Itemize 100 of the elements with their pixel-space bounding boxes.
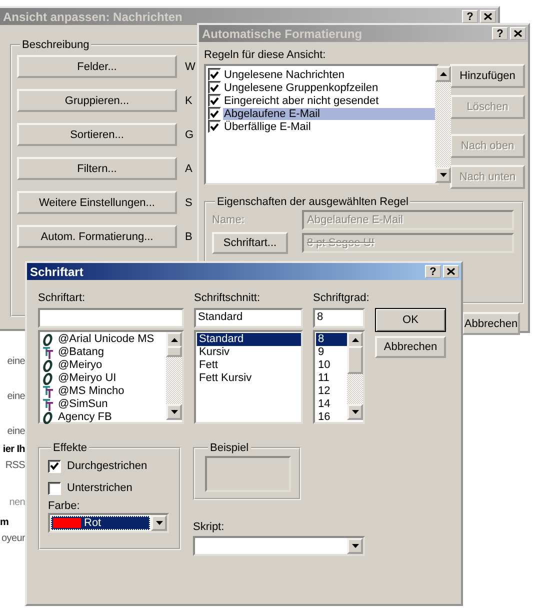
checkbox[interactable] [208, 94, 221, 107]
color-label: Farbe: [48, 500, 81, 512]
font-type-icon [43, 386, 53, 398]
rule-item[interactable]: Ungelesene Gruppenkopfzeilen [223, 82, 435, 94]
checkbox[interactable] [208, 107, 221, 120]
help-button[interactable]: ? [425, 265, 441, 278]
close-button[interactable] [480, 10, 496, 23]
checkbox[interactable] [48, 482, 61, 494]
down-arrow-icon [440, 173, 446, 177]
font-type-icon [43, 398, 53, 410]
font-type-icon [43, 372, 53, 384]
down-arrow-icon [170, 410, 178, 414]
close-icon [484, 13, 492, 20]
group-label: Beschreibung [21, 39, 90, 51]
description-text: B [185, 230, 192, 242]
scrollbar[interactable] [166, 332, 182, 420]
style-item[interactable]: Standard [197, 333, 301, 346]
size-item[interactable]: 9 [316, 346, 347, 359]
up-arrow-icon [352, 338, 358, 342]
style-item[interactable]: Fett [197, 359, 301, 372]
group-label: Eigenschaften der ausgewählten Regel [216, 196, 410, 208]
color-dropdown[interactable]: Rot [48, 513, 169, 533]
checkbox[interactable] [208, 68, 221, 81]
window-title: Automatische Formatierung [202, 26, 362, 40]
background-text: m [0, 516, 9, 529]
rules-label: Regeln für diese Ansicht: [204, 49, 327, 61]
close-icon [447, 268, 455, 275]
background-text: oyeur [1, 532, 25, 545]
size-field[interactable]: 8 [313, 308, 365, 328]
font-type-icon [43, 346, 53, 358]
font-item[interactable]: Agency FB [56, 411, 114, 424]
scrollbar-thumb[interactable] [166, 346, 182, 357]
option-label: Durchgestrichen [67, 460, 148, 472]
scrollbar-thumb[interactable] [347, 346, 363, 374]
dialog-button[interactable]: Gruppieren... [17, 89, 177, 112]
cancel-button[interactable]: Abbrechen [462, 312, 520, 335]
color-name: Rot [84, 517, 102, 529]
up-arrow-icon [170, 338, 178, 342]
size-item[interactable]: 14 [316, 398, 347, 411]
dropdown-arrow-icon [352, 544, 358, 548]
description-text: G [185, 128, 194, 140]
dialog-button[interactable]: Filtern... [17, 157, 177, 180]
down-arrow-icon [352, 410, 358, 414]
description-text: W [185, 60, 196, 72]
font-field[interactable] [38, 308, 184, 328]
close-button[interactable] [510, 27, 526, 40]
rule-button[interactable]: Hinzufügen [450, 64, 525, 88]
font-item[interactable]: @Batang [56, 346, 106, 359]
dialog-button[interactable]: Sortieren... [17, 123, 177, 146]
font-item[interactable]: @Meiryo UI [56, 372, 118, 385]
font-item[interactable]: @Arial Unicode MS [56, 333, 156, 346]
font-item[interactable]: @SimSun [56, 398, 110, 411]
style-item[interactable]: Fett Kursiv [197, 372, 301, 385]
font-type-icon [43, 412, 53, 424]
rule-item[interactable]: Abgelaufene E-Mail [223, 108, 435, 120]
dialog-button[interactable]: Autom. Formatierung... [17, 225, 177, 248]
font-item[interactable]: @MS Mincho [56, 385, 126, 398]
size-item[interactable]: 12 [316, 385, 347, 398]
background-text: nen [9, 496, 25, 509]
checkbox[interactable] [48, 460, 61, 472]
font-type-icon [43, 360, 53, 372]
description-text: K [185, 94, 192, 106]
close-button[interactable] [443, 265, 459, 278]
style-item[interactable]: Kursiv [197, 346, 301, 359]
style-label: Schriftschnitt: [194, 292, 262, 306]
up-arrow-icon [440, 72, 446, 76]
dialog-button[interactable]: Weitere Einstellungen... [17, 191, 177, 214]
background-text: eine [7, 390, 25, 403]
scrollbar[interactable] [435, 66, 451, 183]
size-item[interactable]: 10 [316, 359, 347, 372]
font-item[interactable]: @Meiryo [56, 359, 104, 372]
group-label: Beispiel [209, 442, 250, 454]
rule-item[interactable]: Eingereicht aber nicht gesendet [223, 94, 435, 106]
font-preview-field: 8 pt Segoe UI [302, 232, 514, 252]
script-label: Skript: [193, 521, 226, 533]
description-text: A [185, 162, 192, 174]
background-text: ier Ih [2, 443, 25, 456]
script-dropdown[interactable] [193, 536, 365, 556]
group-label: Effekte [52, 442, 88, 454]
checkbox[interactable] [208, 81, 221, 94]
close-icon [514, 30, 522, 37]
style-field[interactable]: Standard [194, 308, 303, 328]
background-text: eine [7, 355, 25, 368]
option-label: Unterstrichen [67, 482, 132, 494]
window-title: Ansicht anpassen: Nachrichten [3, 10, 182, 24]
dialog-button[interactable]: Felder... [17, 55, 177, 78]
font-label: Schriftart: [38, 292, 86, 306]
help-button[interactable]: ? [462, 10, 478, 23]
rule-item[interactable]: Ungelesene Nachrichten [223, 68, 435, 80]
help-button[interactable]: ? [492, 27, 508, 40]
scrollbar[interactable] [347, 332, 363, 420]
rule-item[interactable]: Überfällige E-Mail [223, 120, 435, 132]
window-title: Schriftart [30, 264, 84, 278]
ok-button[interactable]: OK [375, 308, 446, 332]
cancel-button[interactable]: Abbrechen [375, 336, 446, 358]
size-item[interactable]: 11 [316, 372, 347, 385]
size-item[interactable]: 16 [316, 411, 347, 424]
background-text: RSS [5, 459, 25, 472]
size-item[interactable]: 8 [316, 333, 347, 346]
background-text: eine [7, 425, 25, 438]
